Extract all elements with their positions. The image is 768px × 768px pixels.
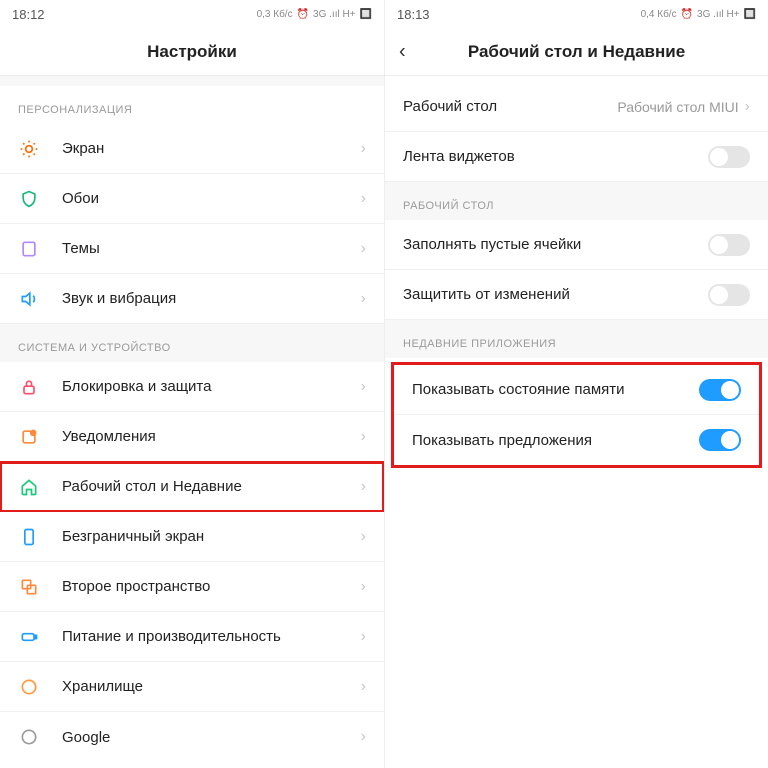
row-label: Безграничный экран bbox=[62, 528, 361, 545]
row-fill-cells[interactable]: Заполнять пустые ячейки bbox=[385, 220, 768, 270]
row-label: Лента виджетов bbox=[403, 148, 708, 165]
shield-icon bbox=[18, 188, 40, 210]
chevron-right-icon: › bbox=[361, 428, 366, 446]
row-suggestions[interactable]: Показывать предложения bbox=[394, 415, 759, 465]
highlighted-block: Показывать состояние памяти Показывать п… bbox=[391, 362, 762, 468]
toggle-widgets[interactable] bbox=[708, 146, 750, 168]
chevron-right-icon: › bbox=[361, 378, 366, 396]
row-fullscreen[interactable]: Безграничный экран › bbox=[0, 512, 384, 562]
chevron-right-icon: › bbox=[745, 98, 750, 116]
statusbar: 18:13 0,4 Кб/с ⏰ 3G .ııl H+ 🔲 bbox=[385, 0, 768, 28]
section-header-system: СИСТЕМА И УСТРОЙСТВО bbox=[0, 324, 384, 362]
chevron-right-icon: › bbox=[361, 528, 366, 546]
status-time: 18:12 bbox=[12, 7, 45, 22]
toggle-memory[interactable] bbox=[699, 379, 741, 401]
titlebar: ‹ Рабочий стол и Недавние bbox=[385, 28, 768, 76]
chevron-right-icon: › bbox=[361, 190, 366, 208]
row-label: Обои bbox=[62, 190, 361, 207]
row-storage[interactable]: Хранилище › bbox=[0, 662, 384, 712]
row-lock[interactable]: Блокировка и защита › bbox=[0, 362, 384, 412]
row-label: Блокировка и защита bbox=[62, 378, 361, 395]
toggle-protect[interactable] bbox=[708, 284, 750, 306]
row-label: Заполнять пустые ячейки bbox=[403, 236, 708, 253]
screen-settings: 18:12 0,3 Кб/с ⏰ 3G .ııl H+ 🔲 Настройки … bbox=[0, 0, 384, 768]
toggle-suggestions[interactable] bbox=[699, 429, 741, 451]
row-protect[interactable]: Защитить от изменений bbox=[385, 270, 768, 320]
row-wallpaper[interactable]: Обои › bbox=[0, 174, 384, 224]
row-sound[interactable]: Звук и вибрация › bbox=[0, 274, 384, 324]
chevron-right-icon: › bbox=[361, 478, 366, 496]
row-google[interactable]: Google › bbox=[0, 712, 384, 762]
chevron-right-icon: › bbox=[361, 728, 366, 746]
chevron-right-icon: › bbox=[361, 290, 366, 308]
status-indicators: 0,4 Кб/с ⏰ 3G .ııl H+ 🔲 bbox=[641, 9, 756, 20]
storage-icon bbox=[18, 676, 40, 698]
toggle-fill-cells[interactable] bbox=[708, 234, 750, 256]
notif-icon bbox=[18, 426, 40, 448]
row-second-space[interactable]: Второе пространство › bbox=[0, 562, 384, 612]
row-label: Уведомления bbox=[62, 428, 361, 445]
row-label: Темы bbox=[62, 240, 361, 257]
row-label: Рабочий стол bbox=[403, 98, 617, 115]
back-button[interactable]: ‹ bbox=[399, 40, 406, 63]
chevron-right-icon: › bbox=[361, 140, 366, 158]
page-title: Настройки bbox=[147, 42, 237, 62]
card-icon bbox=[18, 238, 40, 260]
row-label: Рабочий стол и Недавние bbox=[62, 478, 361, 495]
page-title: Рабочий стол и Недавние bbox=[468, 42, 685, 62]
statusbar: 18:12 0,3 Кб/с ⏰ 3G .ııl H+ 🔲 bbox=[0, 0, 384, 28]
row-memory-status[interactable]: Показывать состояние памяти bbox=[394, 365, 759, 415]
section-header-recents: НЕДАВНИЕ ПРИЛОЖЕНИЯ bbox=[385, 320, 768, 358]
chevron-right-icon: › bbox=[361, 578, 366, 596]
row-themes[interactable]: Темы › bbox=[0, 224, 384, 274]
row-label: Хранилище bbox=[62, 678, 361, 695]
row-home-recents[interactable]: Рабочий стол и Недавние › bbox=[0, 462, 384, 512]
row-screen[interactable]: Экран › bbox=[0, 124, 384, 174]
row-battery[interactable]: Питание и производительность › bbox=[0, 612, 384, 662]
home-icon bbox=[18, 476, 40, 498]
row-widgets-feed[interactable]: Лента виджетов bbox=[385, 132, 768, 182]
battery-icon bbox=[18, 626, 40, 648]
row-notifications[interactable]: Уведомления › bbox=[0, 412, 384, 462]
phone-icon bbox=[18, 526, 40, 548]
sun-icon bbox=[18, 138, 40, 160]
chevron-right-icon: › bbox=[361, 240, 366, 258]
titlebar: Настройки bbox=[0, 28, 384, 76]
sound-icon bbox=[18, 288, 40, 310]
status-indicators: 0,3 Кб/с ⏰ 3G .ııl H+ 🔲 bbox=[257, 9, 372, 20]
lock-icon bbox=[18, 376, 40, 398]
chevron-right-icon: › bbox=[361, 628, 366, 646]
row-label: Второе пространство bbox=[62, 578, 361, 595]
row-label: Питание и производительность bbox=[62, 628, 361, 645]
row-label: Звук и вибрация bbox=[62, 290, 361, 307]
google-icon bbox=[18, 726, 40, 748]
row-label: Показывать состояние памяти bbox=[412, 381, 699, 398]
row-label: Google bbox=[62, 729, 361, 746]
dual-icon bbox=[18, 576, 40, 598]
row-value: Рабочий стол MIUI bbox=[617, 99, 738, 115]
section-header-desktop: РАБОЧИЙ СТОЛ bbox=[385, 182, 768, 220]
row-launcher[interactable]: Рабочий стол Рабочий стол MIUI › bbox=[385, 82, 768, 132]
screen-home-recents: 18:13 0,4 Кб/с ⏰ 3G .ııl H+ 🔲 ‹ Рабочий … bbox=[384, 0, 768, 768]
section-header-personalization: ПЕРСОНАЛИЗАЦИЯ bbox=[0, 86, 384, 124]
row-label: Экран bbox=[62, 140, 361, 157]
status-time: 18:13 bbox=[397, 7, 430, 22]
row-label: Защитить от изменений bbox=[403, 286, 708, 303]
chevron-right-icon: › bbox=[361, 678, 366, 696]
row-label: Показывать предложения bbox=[412, 432, 699, 449]
